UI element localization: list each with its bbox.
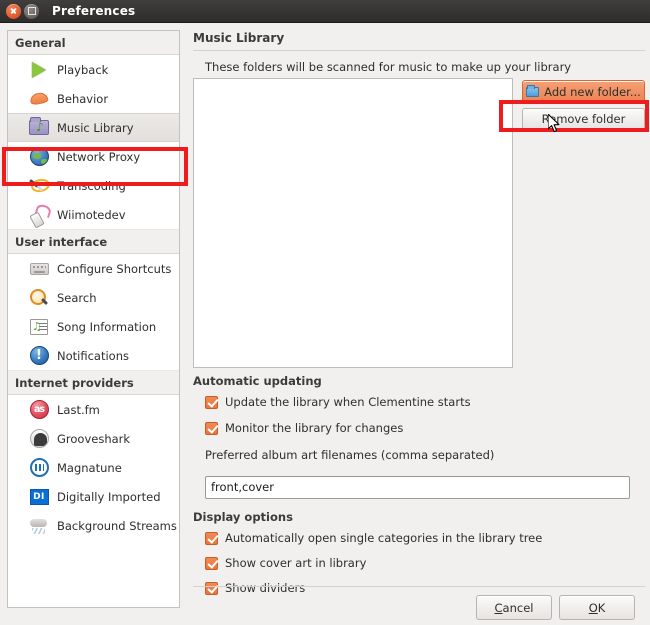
sidebar-item-background-streams[interactable]: Background Streams	[8, 511, 179, 540]
sidebar-item-transcoding[interactable]: Transcoding	[8, 171, 179, 200]
sidebar-group-user-interface: User interface	[8, 229, 179, 254]
wiimote-icon	[28, 204, 50, 226]
checkbox-monitor-changes[interactable]	[205, 421, 218, 435]
sidebar-item-configure-shortcuts[interactable]: Configure Shortcuts	[8, 254, 179, 283]
sidebar-item-label: Transcoding	[57, 178, 126, 193]
sidebar-item-label: Grooveshark	[57, 431, 131, 446]
sidebar-item-network-proxy[interactable]: Network Proxy	[8, 142, 179, 171]
sidebar-group-internet-providers: Internet providers	[8, 370, 179, 395]
keyboard-icon	[28, 258, 50, 280]
sidebar-item-label: Music Library	[57, 120, 134, 135]
album-art-filenames-input[interactable]: front,cover	[205, 476, 630, 499]
checkbox-label: Show dividers	[225, 581, 306, 595]
sidebar-item-magnatune[interactable]: Magnatune	[8, 453, 179, 482]
sidebar-item-lastfm[interactable]: as Last.fm	[8, 395, 179, 424]
folder-icon	[526, 84, 540, 97]
title-divider	[193, 50, 645, 51]
checkbox-label: Automatically open single categories in …	[225, 531, 543, 545]
sidebar-item-playback[interactable]: Playback	[8, 55, 179, 84]
automatic-updating-heading: Automatic updating	[193, 374, 322, 388]
magnatune-icon	[28, 457, 50, 479]
search-icon	[28, 287, 50, 309]
music-folder-icon	[28, 117, 50, 139]
cancel-button[interactable]: Cancel	[476, 595, 552, 620]
remove-folder-button[interactable]: Remove folder	[522, 108, 645, 130]
digitally-imported-icon: DI	[28, 486, 50, 508]
sidebar-item-label: Last.fm	[57, 402, 100, 417]
sidebar-item-label: Magnatune	[57, 460, 122, 475]
footer-divider	[193, 586, 645, 587]
ok-mnemonic: O	[588, 600, 598, 615]
globe-icon	[28, 146, 50, 168]
page-title: Music Library	[193, 31, 285, 45]
close-icon[interactable]	[6, 3, 21, 19]
maximize-icon[interactable]	[24, 3, 39, 19]
cancel-label: Cancel	[495, 601, 534, 615]
add-new-folder-button[interactable]: Add new folder...	[522, 80, 645, 103]
checkbox-row-show-cover-art[interactable]: Show cover art in library	[205, 556, 366, 570]
sidebar-item-label: Digitally Imported	[57, 489, 161, 504]
lastfm-icon: as	[28, 399, 50, 421]
clouds-icon	[28, 515, 50, 537]
sidebar-item-label: Playback	[57, 62, 109, 77]
checkbox-label: Update the library when Clementine start…	[225, 395, 471, 409]
checkbox-row-auto-open-categories[interactable]: Automatically open single categories in …	[205, 531, 542, 545]
sidebar-item-notifications[interactable]: ! Notifications	[8, 341, 179, 370]
sidebar-item-song-information[interactable]: Song Information	[8, 312, 179, 341]
album-art-filenames-label: Preferred album art filenames (comma sep…	[205, 448, 495, 462]
remove-folder-label: Remove folder	[541, 112, 626, 126]
checkbox-label: Show cover art in library	[225, 556, 367, 570]
settings-detail-panel: Music Library These folders will be scan…	[188, 23, 650, 625]
sidebar-item-search[interactable]: Search	[8, 283, 179, 312]
cancel-rest: ancel	[502, 600, 534, 615]
play-icon	[28, 59, 50, 81]
behavior-icon	[28, 88, 50, 110]
song-info-icon	[28, 316, 50, 338]
sidebar-item-label: Search	[57, 290, 97, 305]
display-options-heading: Display options	[193, 510, 293, 524]
sidebar-item-label: Network Proxy	[57, 149, 141, 164]
checkbox-update-on-start[interactable]	[205, 395, 218, 409]
sidebar-item-digitally-imported[interactable]: DI Digitally Imported	[8, 482, 179, 511]
checkbox-auto-open-categories[interactable]	[205, 531, 218, 545]
sidebar-item-wiimotedev[interactable]: Wiimotedev	[8, 200, 179, 229]
title-bar: Preferences	[0, 0, 650, 23]
preferences-window: Preferences General Playback Behavior Mu…	[0, 0, 650, 625]
ok-button[interactable]: OK	[559, 595, 635, 620]
settings-category-list[interactable]: General Playback Behavior Music Library …	[7, 30, 180, 608]
add-new-folder-label: Add new folder...	[544, 84, 641, 99]
sidebar-item-label: Behavior	[57, 91, 109, 106]
dialog-body: General Playback Behavior Music Library …	[0, 23, 650, 625]
window-title: Preferences	[52, 4, 136, 18]
checkbox-row-monitor-changes[interactable]: Monitor the library for changes	[205, 421, 403, 435]
checkbox-row-show-dividers[interactable]: Show dividers	[205, 581, 305, 595]
sidebar-item-grooveshark[interactable]: Grooveshark	[8, 424, 179, 453]
sidebar-item-behavior[interactable]: Behavior	[8, 84, 179, 113]
sidebar-item-music-library[interactable]: Music Library	[8, 113, 179, 142]
checkbox-row-update-on-start[interactable]: Update the library when Clementine start…	[205, 395, 471, 409]
sidebar-item-label: Wiimotedev	[57, 207, 126, 222]
ok-rest: K	[597, 600, 606, 615]
checkbox-show-cover-art[interactable]	[205, 556, 218, 570]
folders-description: These folders will be scanned for music …	[205, 60, 572, 74]
checkbox-show-dividers[interactable]	[205, 581, 218, 595]
ok-label: OK	[589, 601, 606, 615]
sidebar-item-label: Background Streams	[57, 518, 177, 533]
notification-icon: !	[28, 345, 50, 367]
sidebar-item-label: Song Information	[57, 319, 157, 334]
magic-wand-icon	[28, 175, 50, 197]
sidebar-item-label: Configure Shortcuts	[57, 261, 172, 276]
sidebar-item-label: Notifications	[57, 348, 129, 363]
sidebar-group-general: General	[8, 31, 179, 55]
folder-list[interactable]	[193, 78, 513, 368]
grooveshark-icon	[28, 428, 50, 450]
checkbox-label: Monitor the library for changes	[225, 421, 404, 435]
cancel-mnemonic: C	[494, 600, 503, 615]
